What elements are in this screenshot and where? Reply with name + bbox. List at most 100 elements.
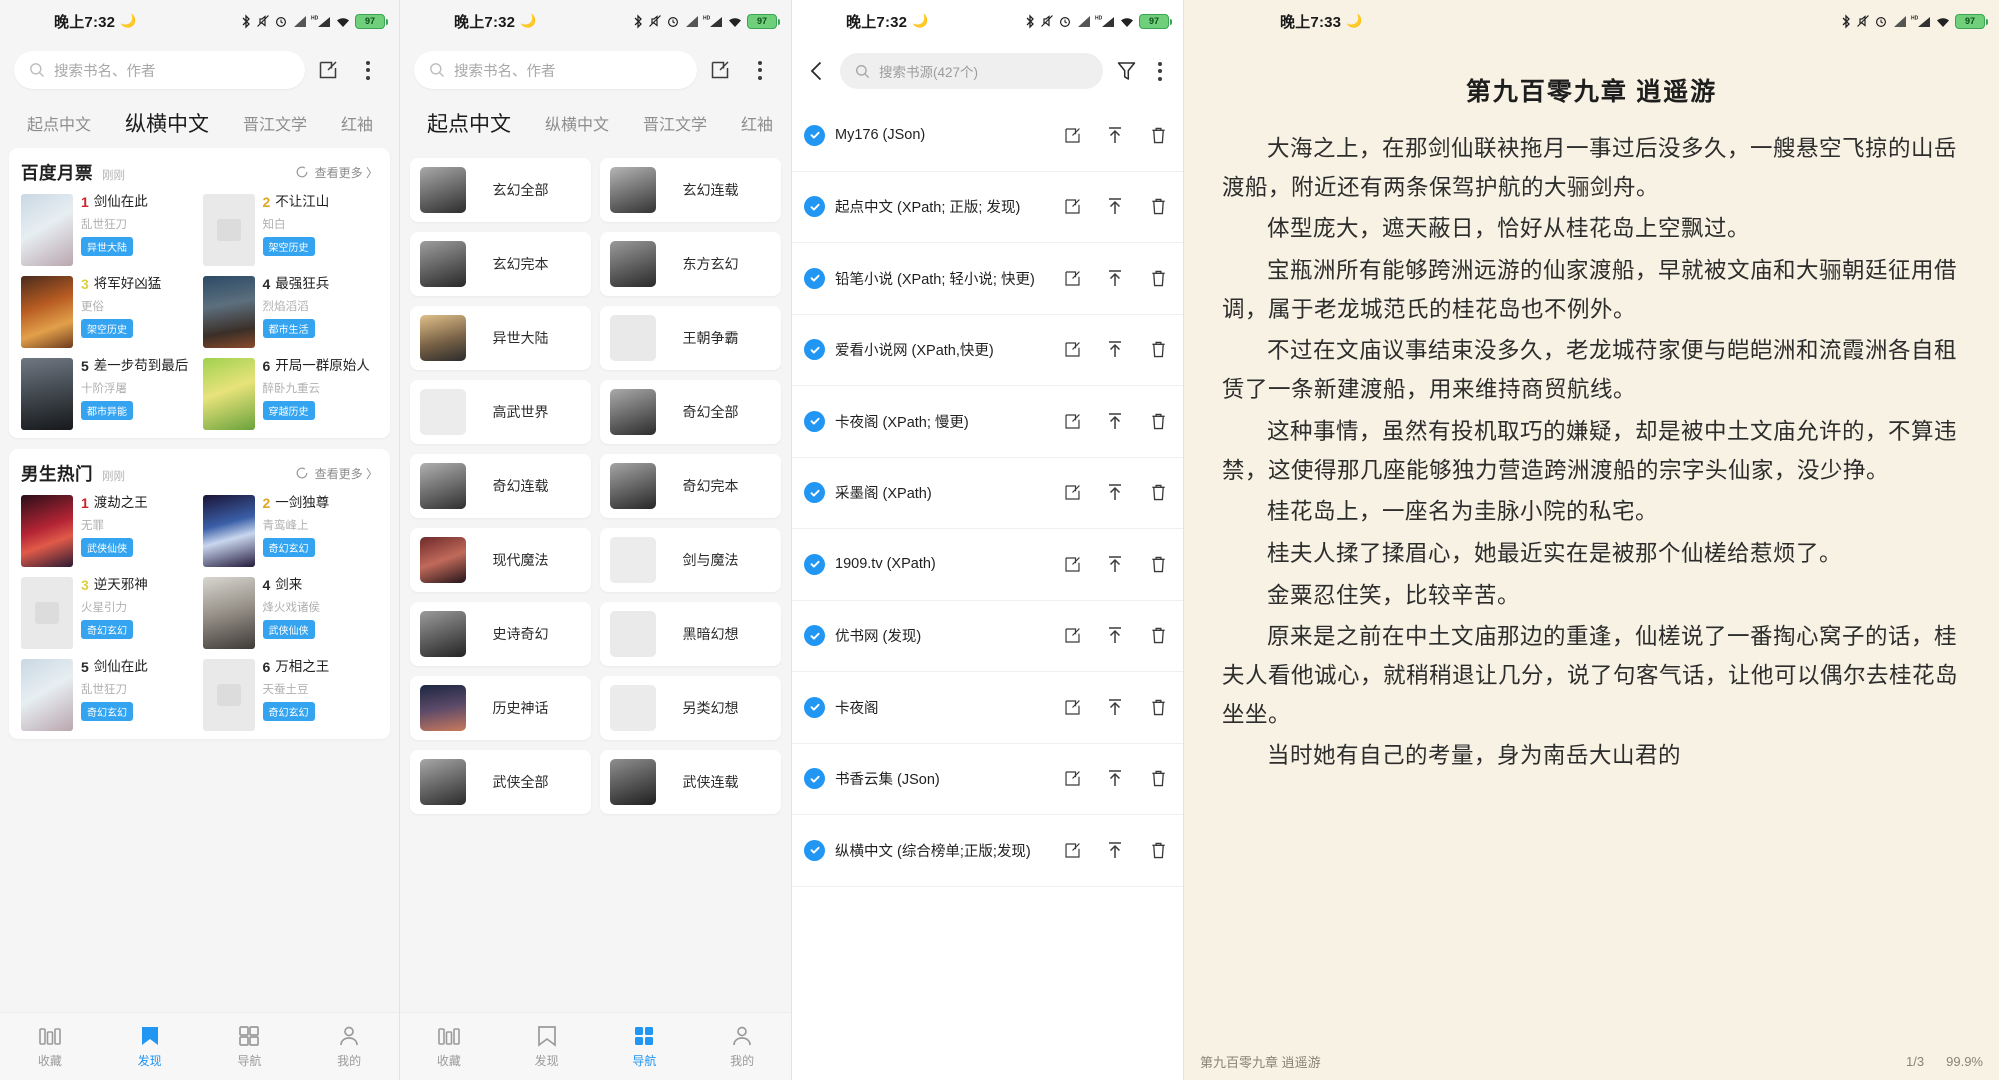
category-cell[interactable]: 剑与魔法 <box>600 528 781 592</box>
trash-icon[interactable] <box>1147 553 1169 575</box>
edit-square-icon[interactable] <box>1061 696 1083 718</box>
book-item[interactable]: 1 渡劫之王 无罪 武侠仙侠 <box>21 495 197 567</box>
book-item[interactable]: 5 剑仙在此 乱世狂刀 奇幻玄幻 <box>21 659 197 731</box>
more-vertical-icon[interactable] <box>743 53 777 87</box>
trash-icon[interactable] <box>1147 482 1169 504</box>
category-cell[interactable]: 奇幻连载 <box>410 454 591 518</box>
chevron-left-icon[interactable] <box>804 54 830 88</box>
trash-icon[interactable] <box>1147 839 1169 861</box>
move-to-top-icon[interactable] <box>1104 482 1126 504</box>
category-cell[interactable]: 玄幻完本 <box>410 232 591 296</box>
edit-square-icon[interactable] <box>1061 339 1083 361</box>
source-enabled-checkbox[interactable] <box>804 768 825 790</box>
category-cell[interactable]: 高武世界 <box>410 380 591 444</box>
source-tab-0[interactable]: 起点中文 <box>410 108 528 138</box>
source-tab-2[interactable]: 晋江文学 <box>626 111 724 135</box>
filter-icon[interactable] <box>1113 54 1139 88</box>
nav-item-discover[interactable]: 发现 <box>498 1013 596 1080</box>
book-item[interactable]: 3 逆天邪神 火星引力 奇幻玄幻 <box>21 577 197 649</box>
move-to-top-icon[interactable] <box>1104 696 1126 718</box>
source-enabled-checkbox[interactable] <box>804 339 825 361</box>
source-tab-0[interactable]: 起点中文 <box>10 111 108 135</box>
source-enabled-checkbox[interactable] <box>804 839 825 861</box>
more-vertical-icon[interactable] <box>351 53 385 87</box>
edit-square-icon[interactable] <box>1061 553 1083 575</box>
edit-square-icon[interactable] <box>1061 267 1083 289</box>
book-source-row[interactable]: 1909.tv (XPath) <box>792 529 1183 601</box>
category-cell[interactable]: 玄幻连载 <box>600 158 781 222</box>
source-enabled-checkbox[interactable] <box>804 553 825 575</box>
category-cell[interactable]: 奇幻全部 <box>600 380 781 444</box>
trash-icon[interactable] <box>1147 196 1169 218</box>
move-to-top-icon[interactable] <box>1104 768 1126 790</box>
book-item[interactable]: 5 差一步苟到最后 十阶浮屠 都市异能 <box>21 358 197 430</box>
category-cell[interactable]: 奇幻完本 <box>600 454 781 518</box>
trash-icon[interactable] <box>1147 339 1169 361</box>
category-cell[interactable]: 现代魔法 <box>410 528 591 592</box>
edit-square-icon[interactable] <box>1061 482 1083 504</box>
category-cell[interactable]: 史诗奇幻 <box>410 602 591 666</box>
category-cell[interactable]: 武侠全部 <box>410 750 591 814</box>
book-source-row[interactable]: 卡夜阁 <box>792 672 1183 744</box>
nav-item-mine[interactable]: 我的 <box>299 1013 399 1080</box>
move-to-top-icon[interactable] <box>1104 267 1126 289</box>
move-to-top-icon[interactable] <box>1104 196 1126 218</box>
book-source-row[interactable]: My176 (JSon) <box>792 100 1183 172</box>
section-more-button[interactable]: 查看更多 〉 <box>295 465 378 482</box>
book-source-row[interactable]: 纵横中文 (综合榜单;正版;发现) <box>792 815 1183 887</box>
nav-item-navigation[interactable]: 导航 <box>596 1013 694 1080</box>
category-cell[interactable]: 王朝争霸 <box>600 306 781 370</box>
trash-icon[interactable] <box>1147 696 1169 718</box>
nav-item-mine[interactable]: 我的 <box>693 1013 791 1080</box>
source-tab-1[interactable]: 纵横中文 <box>528 111 626 135</box>
source-enabled-checkbox[interactable] <box>804 625 825 647</box>
nav-item-navigation[interactable]: 导航 <box>200 1013 300 1080</box>
source-tab-2[interactable]: 晋江文学 <box>226 111 324 135</box>
source-enabled-checkbox[interactable] <box>804 410 825 432</box>
source-enabled-checkbox[interactable] <box>804 267 825 289</box>
book-source-row[interactable]: 铅笔小说 (XPath; 轻小说; 快更) <box>792 243 1183 315</box>
move-to-top-icon[interactable] <box>1104 553 1126 575</box>
book-item[interactable]: 3 将军好凶猛 更俗 架空历史 <box>21 276 197 348</box>
category-cell[interactable]: 历史神话 <box>410 676 591 740</box>
category-cell[interactable]: 武侠连载 <box>600 750 781 814</box>
search-input[interactable]: 搜索书名、作者 <box>414 51 697 89</box>
source-enabled-checkbox[interactable] <box>804 482 825 504</box>
trash-icon[interactable] <box>1147 768 1169 790</box>
book-item[interactable]: 2 一剑独尊 青鸾峰上 奇幻玄幻 <box>202 495 379 567</box>
source-tab-3[interactable]: 红袖 <box>324 111 390 135</box>
edit-square-icon[interactable] <box>1061 410 1083 432</box>
book-item[interactable]: 6 万相之王 天蚕土豆 奇幻玄幻 <box>202 659 379 731</box>
category-cell[interactable]: 黑暗幻想 <box>600 602 781 666</box>
category-cell[interactable]: 东方玄幻 <box>600 232 781 296</box>
book-item[interactable]: 2 不让江山 知白 架空历史 <box>202 194 379 266</box>
nav-item-discover[interactable]: 发现 <box>100 1013 200 1080</box>
edit-square-icon[interactable] <box>311 53 345 87</box>
nav-item-favorites[interactable]: 收藏 <box>400 1013 498 1080</box>
discover-scroll-area[interactable]: 百度月票 刚刚 查看更多 〉 1 剑仙在此 乱世狂刀 异世大陆 2 不让江山 知… <box>0 148 399 1012</box>
book-source-row[interactable]: 卡夜阁 (XPath; 慢更) <box>792 386 1183 458</box>
reader-content[interactable]: 第九百零九章 逍遥游 大海之上，在那剑仙联袂拖月一事过后没多久，一艘悬空飞掠的山… <box>1184 42 1999 1042</box>
trash-icon[interactable] <box>1147 124 1169 146</box>
source-tab-3[interactable]: 红袖 <box>724 111 790 135</box>
trash-icon[interactable] <box>1147 410 1169 432</box>
more-vertical-icon[interactable] <box>1149 54 1171 88</box>
source-enabled-checkbox[interactable] <box>804 696 825 718</box>
book-source-list[interactable]: My176 (JSon) 起点中文 (XPath; 正版; 发现) 铅笔小说 (… <box>792 100 1183 1080</box>
category-grid[interactable]: 玄幻全部 玄幻连载 玄幻完本 东方玄幻 异世大陆 王朝争霸 高武世界 奇幻全部 … <box>400 148 791 1012</box>
nav-item-favorites[interactable]: 收藏 <box>0 1013 100 1080</box>
source-enabled-checkbox[interactable] <box>804 196 825 218</box>
trash-icon[interactable] <box>1147 267 1169 289</box>
source-enabled-checkbox[interactable] <box>804 124 825 146</box>
source-search-input[interactable]: 搜索书源(427个) <box>840 53 1103 89</box>
book-source-row[interactable]: 起点中文 (XPath; 正版; 发现) <box>792 172 1183 243</box>
category-cell[interactable]: 另类幻想 <box>600 676 781 740</box>
move-to-top-icon[interactable] <box>1104 124 1126 146</box>
move-to-top-icon[interactable] <box>1104 410 1126 432</box>
book-source-row[interactable]: 书香云集 (JSon) <box>792 744 1183 815</box>
category-cell[interactable]: 异世大陆 <box>410 306 591 370</box>
category-cell[interactable]: 玄幻全部 <box>410 158 591 222</box>
book-item[interactable]: 6 开局一群原始人 醉卧九重云 穿越历史 <box>202 358 379 430</box>
book-item[interactable]: 4 最强狂兵 烈焰滔滔 都市生活 <box>202 276 379 348</box>
move-to-top-icon[interactable] <box>1104 625 1126 647</box>
